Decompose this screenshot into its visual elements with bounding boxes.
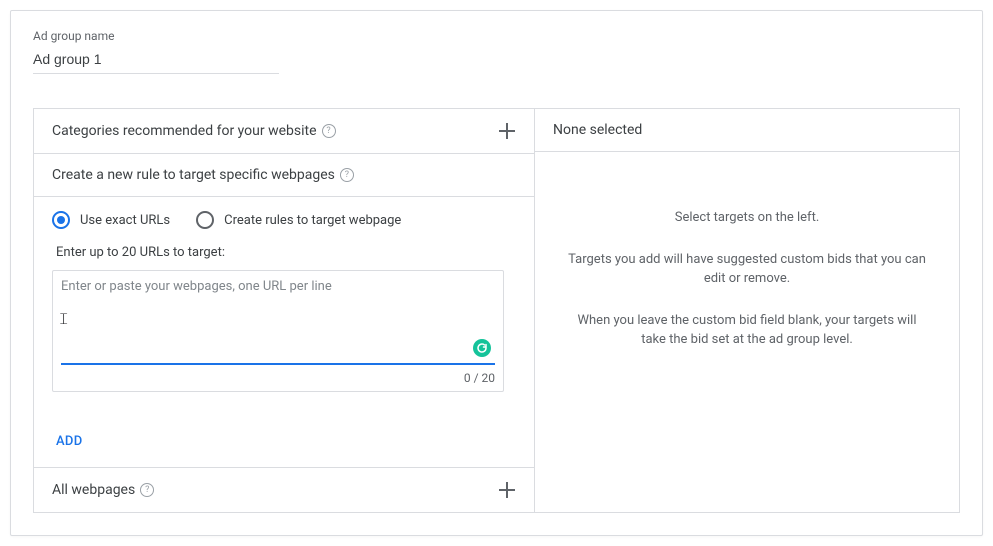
categories-title: Categories recommended for your website	[52, 123, 317, 139]
ad-group-name-label: Ad group name	[33, 29, 960, 43]
radio-icon	[196, 211, 214, 229]
grammarly-icon[interactable]	[473, 339, 491, 357]
url-textarea[interactable]	[61, 279, 495, 351]
ad-group-name-input[interactable]	[33, 47, 279, 74]
ad-group-name-field: Ad group name	[33, 29, 960, 74]
url-counter: 0 / 20	[61, 371, 495, 385]
left-column: Categories recommended for your website …	[34, 109, 534, 512]
rule-radio-row: Use exact URLs Create rules to target we…	[52, 211, 516, 229]
create-rule-section-header[interactable]: Create a new rule to target specific web…	[34, 154, 534, 197]
url-input-box: 𝙸 0 / 20	[52, 270, 504, 392]
add-button[interactable]: ADD	[52, 434, 83, 449]
right-column: None selected Select targets on the left…	[534, 109, 959, 512]
radio-create-rules[interactable]: Create rules to target webpage	[196, 211, 401, 229]
create-rule-body: Use exact URLs Create rules to target we…	[34, 197, 534, 468]
selected-targets-header: None selected	[535, 109, 959, 152]
info-line-1: Select targets on the left.	[565, 208, 929, 228]
radio-exact-label: Use exact URLs	[80, 213, 170, 228]
plus-icon[interactable]	[498, 481, 516, 499]
plus-icon[interactable]	[498, 122, 516, 140]
categories-section-header[interactable]: Categories recommended for your website …	[34, 109, 534, 154]
info-line-2: Targets you add will have suggested cust…	[565, 250, 929, 289]
help-icon[interactable]: ?	[322, 124, 336, 138]
selected-targets-body: Select targets on the left. Targets you …	[535, 152, 959, 512]
ad-group-card: Ad group name Categories recommended for…	[10, 10, 983, 536]
all-webpages-section-header[interactable]: All webpages ?	[34, 468, 534, 512]
enter-urls-label: Enter up to 20 URLs to target:	[56, 245, 516, 260]
radio-icon	[52, 211, 70, 229]
all-webpages-title: All webpages	[52, 482, 135, 498]
info-line-3: When you leave the custom bid field blan…	[565, 311, 929, 350]
create-rule-title: Create a new rule to target specific web…	[52, 167, 335, 183]
radio-rules-label: Create rules to target webpage	[224, 213, 401, 228]
radio-use-exact-urls[interactable]: Use exact URLs	[52, 211, 170, 229]
url-textarea-wrap: 𝙸	[61, 279, 495, 365]
targeting-panels: Categories recommended for your website …	[33, 108, 960, 513]
help-icon[interactable]: ?	[340, 168, 354, 182]
help-icon[interactable]: ?	[140, 483, 154, 497]
